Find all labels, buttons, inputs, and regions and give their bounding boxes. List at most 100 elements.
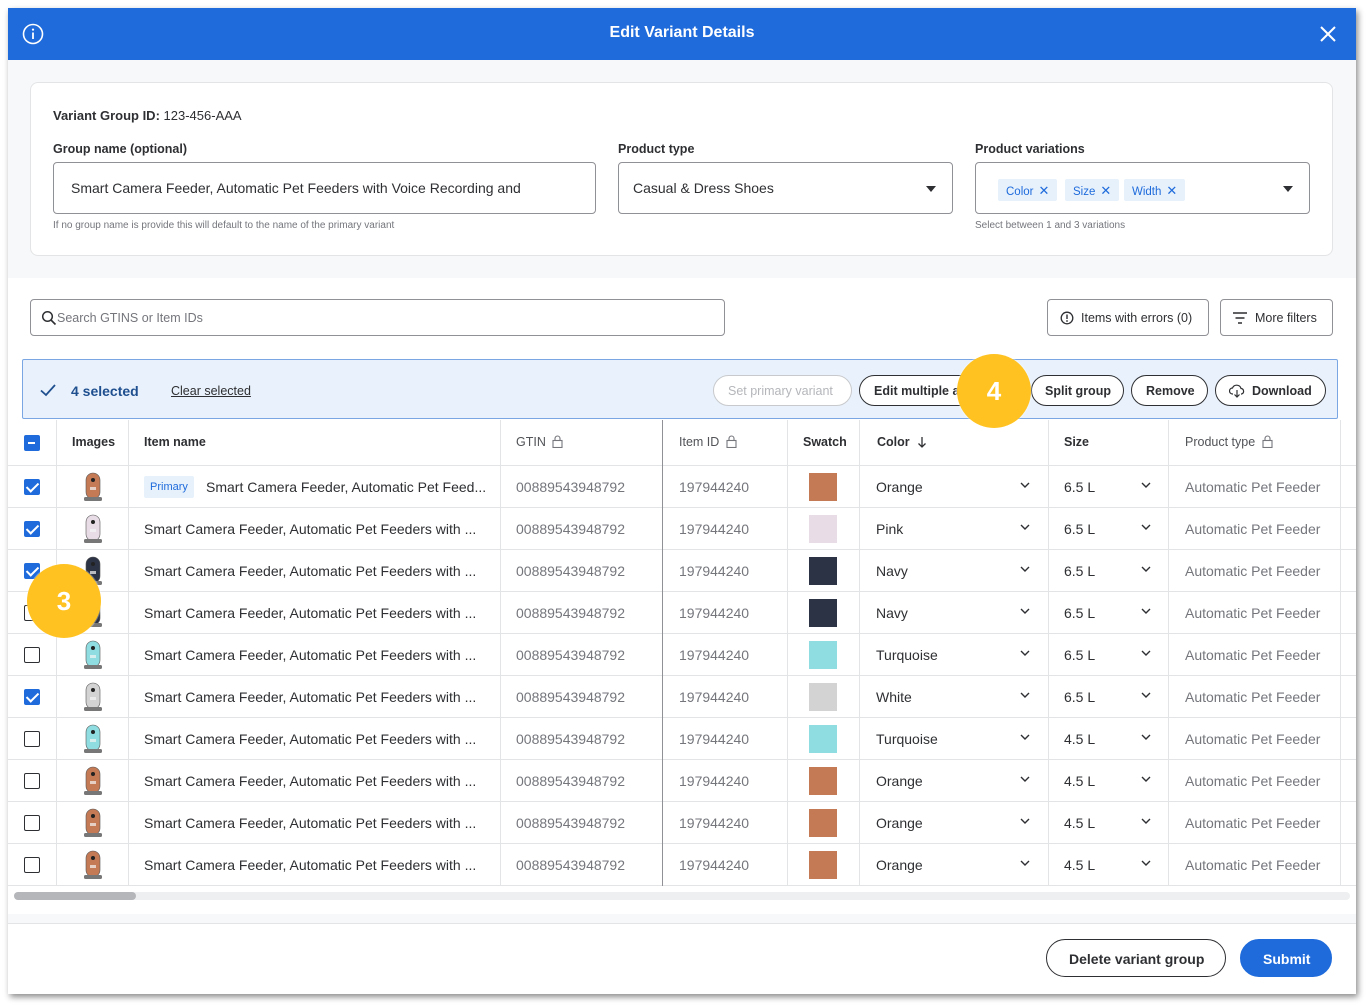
chevron-down-icon[interactable] [1141, 650, 1151, 656]
table-row[interactable]: Smart Camera Feeder, Automatic Pet Feede… [8, 676, 1356, 718]
row-checkbox[interactable] [24, 689, 40, 705]
chevron-down-icon[interactable] [1141, 566, 1151, 572]
horizontal-scrollbar[interactable] [14, 892, 1350, 900]
chevron-down-icon[interactable] [1141, 692, 1151, 698]
product-type-select[interactable]: Casual & Dress Shoes [618, 162, 953, 214]
column-size[interactable]: Size [1064, 435, 1089, 449]
color-select[interactable]: Navy [876, 563, 908, 579]
column-item-name[interactable]: Item name [144, 435, 206, 449]
close-icon[interactable] [1318, 24, 1338, 44]
item-name: Smart Camera Feeder, Automatic Pet Feede… [144, 731, 477, 747]
chevron-down-icon[interactable] [1020, 734, 1030, 740]
table-row[interactable]: Smart Camera Feeder, Automatic Pet Feede… [8, 508, 1356, 550]
row-checkbox[interactable] [24, 479, 40, 495]
item-id-value: 197944240 [679, 521, 750, 537]
selection-bar: 4 selected Clear selected Set primary va… [22, 359, 1338, 419]
submit-button[interactable]: Submit [1240, 939, 1332, 977]
set-primary-variant-button[interactable]: Set primary variant [713, 375, 852, 406]
color-select[interactable]: Orange [876, 773, 923, 789]
color-select[interactable]: Turquoise [876, 731, 938, 747]
chevron-down-icon[interactable] [1020, 482, 1030, 488]
row-checkbox[interactable] [24, 857, 40, 873]
chevron-down-icon[interactable] [1141, 734, 1151, 740]
table-row[interactable]: Smart Camera Feeder, Automatic Pet Feede… [8, 844, 1356, 886]
chevron-down-icon[interactable] [1141, 818, 1151, 824]
size-select[interactable]: 6.5 L [1064, 605, 1095, 621]
size-select[interactable]: 4.5 L [1064, 815, 1095, 831]
color-select[interactable]: Orange [876, 815, 923, 831]
color-select[interactable]: Orange [876, 479, 923, 495]
size-select[interactable]: 4.5 L [1064, 857, 1095, 873]
remove-chip-icon[interactable]: ✕ [1100, 183, 1111, 198]
callout-badge-3: 3 [27, 564, 101, 638]
search-icon [41, 310, 57, 326]
size-select[interactable]: 6.5 L [1064, 689, 1095, 705]
chevron-down-icon[interactable] [1141, 524, 1151, 530]
table-row[interactable]: Primary Smart Camera Feeder, Automatic Pe… [8, 466, 1356, 508]
color-select[interactable]: White [876, 689, 912, 705]
chevron-down-icon[interactable] [1020, 860, 1030, 866]
remove-button[interactable]: Remove [1131, 375, 1208, 406]
table-row[interactable]: Smart Camera Feeder, Automatic Pet Feede… [8, 718, 1356, 760]
size-select[interactable]: 6.5 L [1064, 479, 1095, 495]
size-select[interactable]: 6.5 L [1064, 647, 1095, 663]
table-row[interactable]: Smart Camera Feeder, Automatic Pet Feede… [8, 634, 1356, 676]
color-select[interactable]: Orange [876, 857, 923, 873]
color-select[interactable]: Pink [876, 521, 903, 537]
chevron-down-icon[interactable] [1020, 566, 1030, 572]
chevron-down-icon[interactable] [1020, 776, 1030, 782]
row-checkbox[interactable] [24, 521, 40, 537]
select-all-checkbox[interactable] [24, 435, 40, 451]
chevron-down-icon[interactable] [1020, 650, 1030, 656]
modal-header: Edit Variant Details [8, 8, 1356, 60]
table-row[interactable]: Smart Camera Feeder, Automatic Pet Feede… [8, 592, 1356, 634]
item-name: Smart Camera Feeder, Automatic Pet Feede… [144, 857, 477, 873]
color-select[interactable]: Turquoise [876, 647, 938, 663]
product-type-value: Casual & Dress Shoes [633, 180, 774, 196]
more-filters-button[interactable]: More filters [1220, 299, 1333, 336]
scrollbar-thumb[interactable] [14, 892, 136, 900]
color-swatch [809, 599, 837, 627]
row-checkbox[interactable] [24, 647, 40, 663]
size-select[interactable]: 6.5 L [1064, 521, 1095, 537]
group-name-input[interactable]: Smart Camera Feeder, Automatic Pet Feede… [53, 162, 596, 214]
chevron-down-icon[interactable] [1141, 482, 1151, 488]
variation-chip-width[interactable]: Width ✕ [1124, 179, 1186, 201]
column-color[interactable]: Color [877, 435, 927, 449]
table-row[interactable]: Smart Camera Feeder, Automatic Pet Feede… [8, 802, 1356, 844]
row-checkbox[interactable] [24, 731, 40, 747]
chevron-down-icon[interactable] [1020, 608, 1030, 614]
remove-chip-icon[interactable]: ✕ [1038, 183, 1049, 198]
clear-selected-link[interactable]: Clear selected [171, 384, 251, 398]
delete-variant-group-button[interactable]: Delete variant group [1046, 939, 1226, 977]
download-button[interactable]: Download [1215, 375, 1326, 406]
table-row[interactable]: Smart Camera Feeder, Automatic Pet Feede… [8, 550, 1356, 592]
items-with-errors-button[interactable]: Items with errors (0) [1047, 299, 1209, 336]
chevron-down-icon[interactable] [1141, 608, 1151, 614]
chevron-down-icon[interactable] [1141, 776, 1151, 782]
remove-chip-icon[interactable]: ✕ [1166, 183, 1177, 198]
row-checkbox[interactable] [24, 773, 40, 789]
table-row[interactable]: Smart Camera Feeder, Automatic Pet Feede… [8, 760, 1356, 802]
chevron-down-icon [926, 186, 936, 192]
product-variations-select[interactable]: Color ✕ Size ✕ Width ✕ [975, 162, 1310, 214]
size-select[interactable]: 4.5 L [1064, 773, 1095, 789]
color-swatch [809, 473, 837, 501]
chevron-down-icon[interactable] [1020, 524, 1030, 530]
gtin-value: 00889543948792 [516, 773, 626, 789]
color-swatch [809, 515, 837, 543]
color-select[interactable]: Navy [876, 605, 908, 621]
search-input[interactable]: Search GTINS or Item IDs [30, 299, 725, 336]
lock-icon [1262, 435, 1273, 449]
product-type-value: Automatic Pet Feeder [1185, 815, 1321, 831]
row-checkbox[interactable] [24, 815, 40, 831]
product-type-value: Automatic Pet Feeder [1185, 605, 1321, 621]
chevron-down-icon[interactable] [1020, 818, 1030, 824]
variation-chip-color[interactable]: Color ✕ [998, 179, 1058, 201]
split-group-button[interactable]: Split group [1031, 375, 1124, 406]
size-select[interactable]: 4.5 L [1064, 731, 1095, 747]
chevron-down-icon[interactable] [1020, 692, 1030, 698]
variation-chip-size[interactable]: Size ✕ [1065, 179, 1120, 201]
chevron-down-icon[interactable] [1141, 860, 1151, 866]
size-select[interactable]: 6.5 L [1064, 563, 1095, 579]
